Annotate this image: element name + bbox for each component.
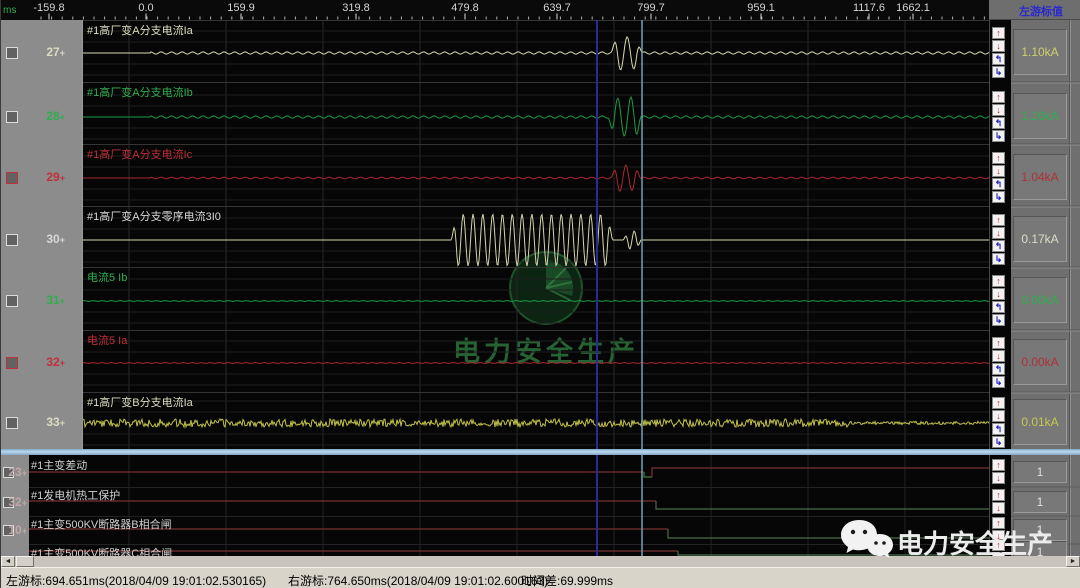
cursor-value-panel: [1011, 20, 1080, 556]
value-panel-divider: [1069, 20, 1071, 556]
axis-tick-label: 159.9: [227, 2, 255, 14]
status-right-cursor: 右游标:764.650ms(2018/04/09 19:01:02.600163…: [288, 572, 548, 588]
amp-up-icon[interactable]: ↑: [992, 214, 1005, 226]
amp-down-icon[interactable]: ↓: [992, 410, 1005, 422]
trace-marker-icon: +: [22, 468, 27, 478]
channel-checkbox[interactable]: [6, 417, 18, 429]
move-up-icon[interactable]: ↰: [992, 53, 1005, 65]
move-up-icon[interactable]: ↰: [992, 240, 1005, 252]
move-up-icon[interactable]: ↰: [992, 423, 1005, 435]
move-down-icon[interactable]: ↳: [992, 376, 1005, 388]
amp-down-icon[interactable]: ↓: [992, 472, 1005, 484]
trace-marker-icon: +: [60, 296, 65, 306]
time-unit-label: ms: [3, 5, 16, 16]
trace-marker-icon: +: [22, 526, 27, 536]
amp-up-icon[interactable]: ↑: [992, 489, 1005, 501]
amp-down-icon[interactable]: ↓: [992, 350, 1005, 362]
trace-marker-icon: +: [60, 112, 65, 122]
trace-marker-icon: +: [60, 235, 65, 245]
trace-marker-icon: +: [60, 173, 65, 183]
axis-tick-label: 479.8: [451, 2, 479, 14]
trace-marker-icon: +: [60, 418, 65, 428]
axis-tick-label: 799.7: [637, 2, 665, 14]
trace-marker-icon: +: [60, 358, 65, 368]
amp-down-icon[interactable]: ↓: [992, 227, 1005, 239]
right-panel-title: 左游标值: [1019, 3, 1063, 19]
analog-plot-area[interactable]: [83, 20, 989, 450]
axis-tick-label: 0.0: [138, 2, 153, 14]
axis-tick-label: 319.8: [342, 2, 370, 14]
axis-tick-label: -159.8: [33, 2, 64, 14]
center-watermark: 电力安全生产: [451, 248, 641, 360]
move-down-icon[interactable]: ↳: [992, 314, 1005, 326]
channel-number: 31+: [39, 293, 65, 307]
move-up-icon[interactable]: ↰: [992, 117, 1005, 129]
channel-checkbox[interactable]: [6, 172, 18, 184]
channel-checkbox[interactable]: [6, 111, 18, 123]
channel-checkbox[interactable]: [6, 234, 18, 246]
channel-number: 29+: [39, 170, 65, 184]
channel-checkbox[interactable]: [6, 47, 18, 59]
channel-number: 23+: [7, 465, 27, 479]
corner-watermark: 电力安全生产: [839, 516, 1080, 564]
move-down-icon[interactable]: ↳: [992, 130, 1005, 142]
move-down-icon[interactable]: ↳: [992, 436, 1005, 448]
channel-checkbox[interactable]: [6, 295, 18, 307]
move-up-icon[interactable]: ↰: [992, 301, 1005, 313]
amp-up-icon[interactable]: ↑: [992, 152, 1005, 164]
axis-tick-label: 959.1: [747, 2, 775, 14]
trace-marker-icon: +: [60, 48, 65, 58]
time-ruler: ms -159.8 0.0 159.9 319.8 479.8 639.7 799.7 959…: [1, 0, 989, 20]
corner-watermark-text: 电力安全生产: [897, 524, 1053, 561]
power-safety-logo-icon: [506, 248, 586, 328]
channel-checkbox[interactable]: [6, 357, 18, 369]
status-bar: 左游标:694.651ms(2018/04/09 19:01:02.530165…: [1, 567, 1080, 588]
channel-number: 32+: [7, 495, 27, 509]
amp-up-icon[interactable]: ↑: [992, 27, 1005, 39]
fault-recorder-window: ms -159.8 0.0 159.9 319.8 479.8 639.7 799.7 959…: [0, 0, 1080, 588]
axis-tick-label: 1117.6: [853, 2, 885, 14]
move-down-icon[interactable]: ↳: [992, 66, 1005, 78]
move-down-icon[interactable]: ↳: [992, 191, 1005, 203]
scroll-left-button[interactable]: ◄: [1, 556, 15, 567]
center-watermark-text: 电力安全生产: [451, 330, 641, 369]
status-left-cursor: 左游标:694.651ms(2018/04/09 19:01:02.530165…: [6, 572, 266, 588]
move-up-icon[interactable]: ↰: [992, 178, 1005, 190]
amp-up-icon[interactable]: ↑: [992, 337, 1005, 349]
move-up-icon[interactable]: ↰: [992, 363, 1005, 375]
amp-down-icon[interactable]: ↓: [992, 288, 1005, 300]
move-down-icon[interactable]: ↳: [992, 253, 1005, 265]
channel-number: 32+: [39, 355, 65, 369]
trace-marker-icon: +: [22, 498, 27, 508]
amp-down-icon[interactable]: ↓: [992, 165, 1005, 177]
channel-number: 10+: [7, 523, 27, 537]
amp-up-icon[interactable]: ↑: [992, 397, 1005, 409]
amp-up-icon[interactable]: ↑: [992, 91, 1005, 103]
channel-number: 33+: [39, 415, 65, 429]
status-time-diff: 时间差:69.999ms: [521, 572, 613, 588]
analog-digital-separator: [1, 449, 1080, 455]
scroll-thumb[interactable]: [16, 556, 34, 567]
right-panel-header: 左游标值: [989, 0, 1080, 20]
amp-up-icon[interactable]: ↑: [992, 459, 1005, 471]
channel-number: 30+: [39, 232, 65, 246]
axis-tick-label: 1662.1: [896, 2, 930, 14]
amp-down-icon[interactable]: ↓: [992, 502, 1005, 514]
channel-number: 27+: [39, 45, 65, 59]
amp-up-icon[interactable]: ↑: [992, 275, 1005, 287]
axis-tick-label: 639.7: [543, 2, 571, 14]
channel-number: 28+: [39, 109, 65, 123]
wechat-icon: [839, 516, 895, 564]
amp-down-icon[interactable]: ↓: [992, 40, 1005, 52]
amp-down-icon[interactable]: ↓: [992, 104, 1005, 116]
